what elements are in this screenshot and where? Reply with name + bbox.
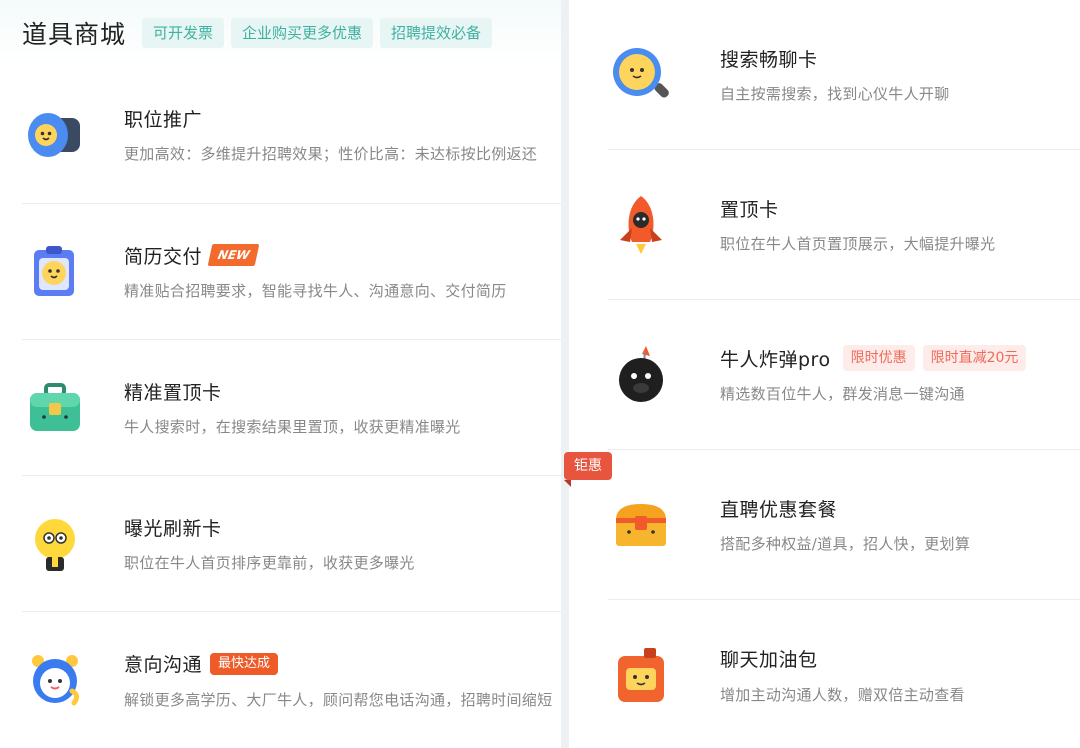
megaphone-icon: [24, 104, 86, 166]
clipboard-icon: [24, 241, 86, 303]
item-name: 简历交付: [124, 245, 203, 268]
item-job-promotion[interactable]: 职位推广 更加高效：多维提升招聘效果；性价比高：未达标按比例返还: [22, 66, 561, 204]
item-exposure-refresh-card[interactable]: 曝光刷新卡 职位在牛人首页排序更靠前，收获更多曝光: [22, 476, 561, 612]
left-panel: 道具商城 可开发票 企业购买更多优惠 招聘提效必备 职位推广 更加高效：多维提升…: [0, 0, 561, 748]
item-chat-fuel-pack[interactable]: 聊天加油包 增加主动沟通人数，赠双倍主动查看: [608, 600, 1080, 748]
right-item-list: 搜索畅聊卡 自主按需搜索，找到心仪牛人开聊 置顶卡 职位在牛人首页置顶展示，大幅…: [569, 0, 1080, 748]
briefcase-icon: [24, 377, 86, 439]
item-top-card[interactable]: 置顶卡 职位在牛人首页置顶展示，大幅提升曝光: [608, 150, 1080, 300]
item-precise-top-card[interactable]: 精准置顶卡 牛人搜索时，在搜索结果里置顶，收获更精准曝光: [22, 340, 561, 476]
fastest-badge: 最快达成: [210, 652, 279, 675]
bomb-icon: [610, 344, 672, 406]
item-desc: 牛人搜索时，在搜索结果里置顶，收获更精准曝光: [124, 418, 461, 436]
fuel-can-icon: [610, 644, 672, 706]
item-desc: 搭配多种权益/道具，招人快，更划算: [720, 535, 971, 553]
item-talent-bomb-pro[interactable]: 牛人炸弹pro 限时优惠 限时直减20元 精选数百位牛人，群发消息一键沟通: [608, 300, 1080, 450]
item-intent-communication[interactable]: 意向沟通 最快达成 解锁更多高学历、大厂牛人，顾问帮您电话沟通，招聘时间缩短: [22, 612, 561, 748]
item-name: 曝光刷新卡: [124, 517, 222, 540]
item-value-package[interactable]: 直聘优惠套餐 搭配多种权益/道具，招人快，更划算: [608, 450, 1080, 600]
item-desc: 精准贴合招聘要求，智能寻找牛人、沟通意向、交付简历: [124, 282, 507, 300]
item-name: 职位推广: [124, 108, 203, 131]
left-item-list: 职位推广 更加高效：多维提升招聘效果；性价比高：未达标按比例返还 简历交付 NE…: [0, 66, 561, 748]
discount-badge: 限时直减20元: [922, 345, 1027, 371]
treasure-chest-icon: [610, 494, 672, 556]
item-desc: 精选数百位牛人，群发消息一键沟通: [720, 385, 965, 403]
new-badge: NEW: [207, 244, 260, 266]
item-search-chat-card[interactable]: 搜索畅聊卡 自主按需搜索，找到心仪牛人开聊: [608, 0, 1080, 150]
item-desc: 职位在牛人首页置顶展示，大幅提升曝光: [720, 235, 996, 253]
item-desc: 职位在牛人首页排序更靠前，收获更多曝光: [124, 554, 415, 572]
header: 道具商城 可开发票 企业购买更多优惠 招聘提效必备: [0, 0, 561, 66]
item-resume-delivery[interactable]: 简历交付 NEW 精准贴合招聘要求，智能寻找牛人、沟通意向、交付简历: [22, 204, 561, 340]
phone-robot-icon: [24, 649, 86, 711]
chip-invoice[interactable]: 可开发票: [142, 18, 225, 48]
item-name: 牛人炸弹pro: [720, 348, 831, 371]
limited-offer-badge: 限时优惠: [842, 345, 915, 371]
item-desc: 更加高效：多维提升招聘效果；性价比高：未达标按比例返还: [124, 145, 538, 163]
side-promo-tag: 钜惠: [564, 452, 612, 487]
item-name: 置顶卡: [720, 198, 779, 221]
lightbulb-icon: [24, 513, 86, 575]
item-name: 聊天加油包: [720, 649, 818, 671]
chip-enterprise[interactable]: 企业购买更多优惠: [231, 18, 374, 48]
item-desc: 增加主动沟通人数，赠双倍主动查看: [720, 685, 965, 704]
right-panel: 搜索畅聊卡 自主按需搜索，找到心仪牛人开聊 置顶卡 职位在牛人首页置顶展示，大幅…: [569, 0, 1080, 748]
item-name: 直聘优惠套餐: [720, 498, 838, 521]
item-name: 意向沟通: [124, 654, 203, 676]
chip-efficiency[interactable]: 招聘提效必备: [380, 18, 493, 48]
rocket-icon: [610, 194, 672, 256]
magnifier-icon: [610, 44, 672, 106]
item-name: 搜索畅聊卡: [720, 48, 818, 71]
item-desc: 自主按需搜索，找到心仪牛人开聊: [720, 85, 950, 103]
page-title: 道具商城: [22, 20, 127, 49]
item-desc: 解锁更多高学历、大厂牛人，顾问帮您电话沟通，招聘时间缩短: [124, 690, 553, 709]
item-name: 精准置顶卡: [124, 381, 222, 404]
